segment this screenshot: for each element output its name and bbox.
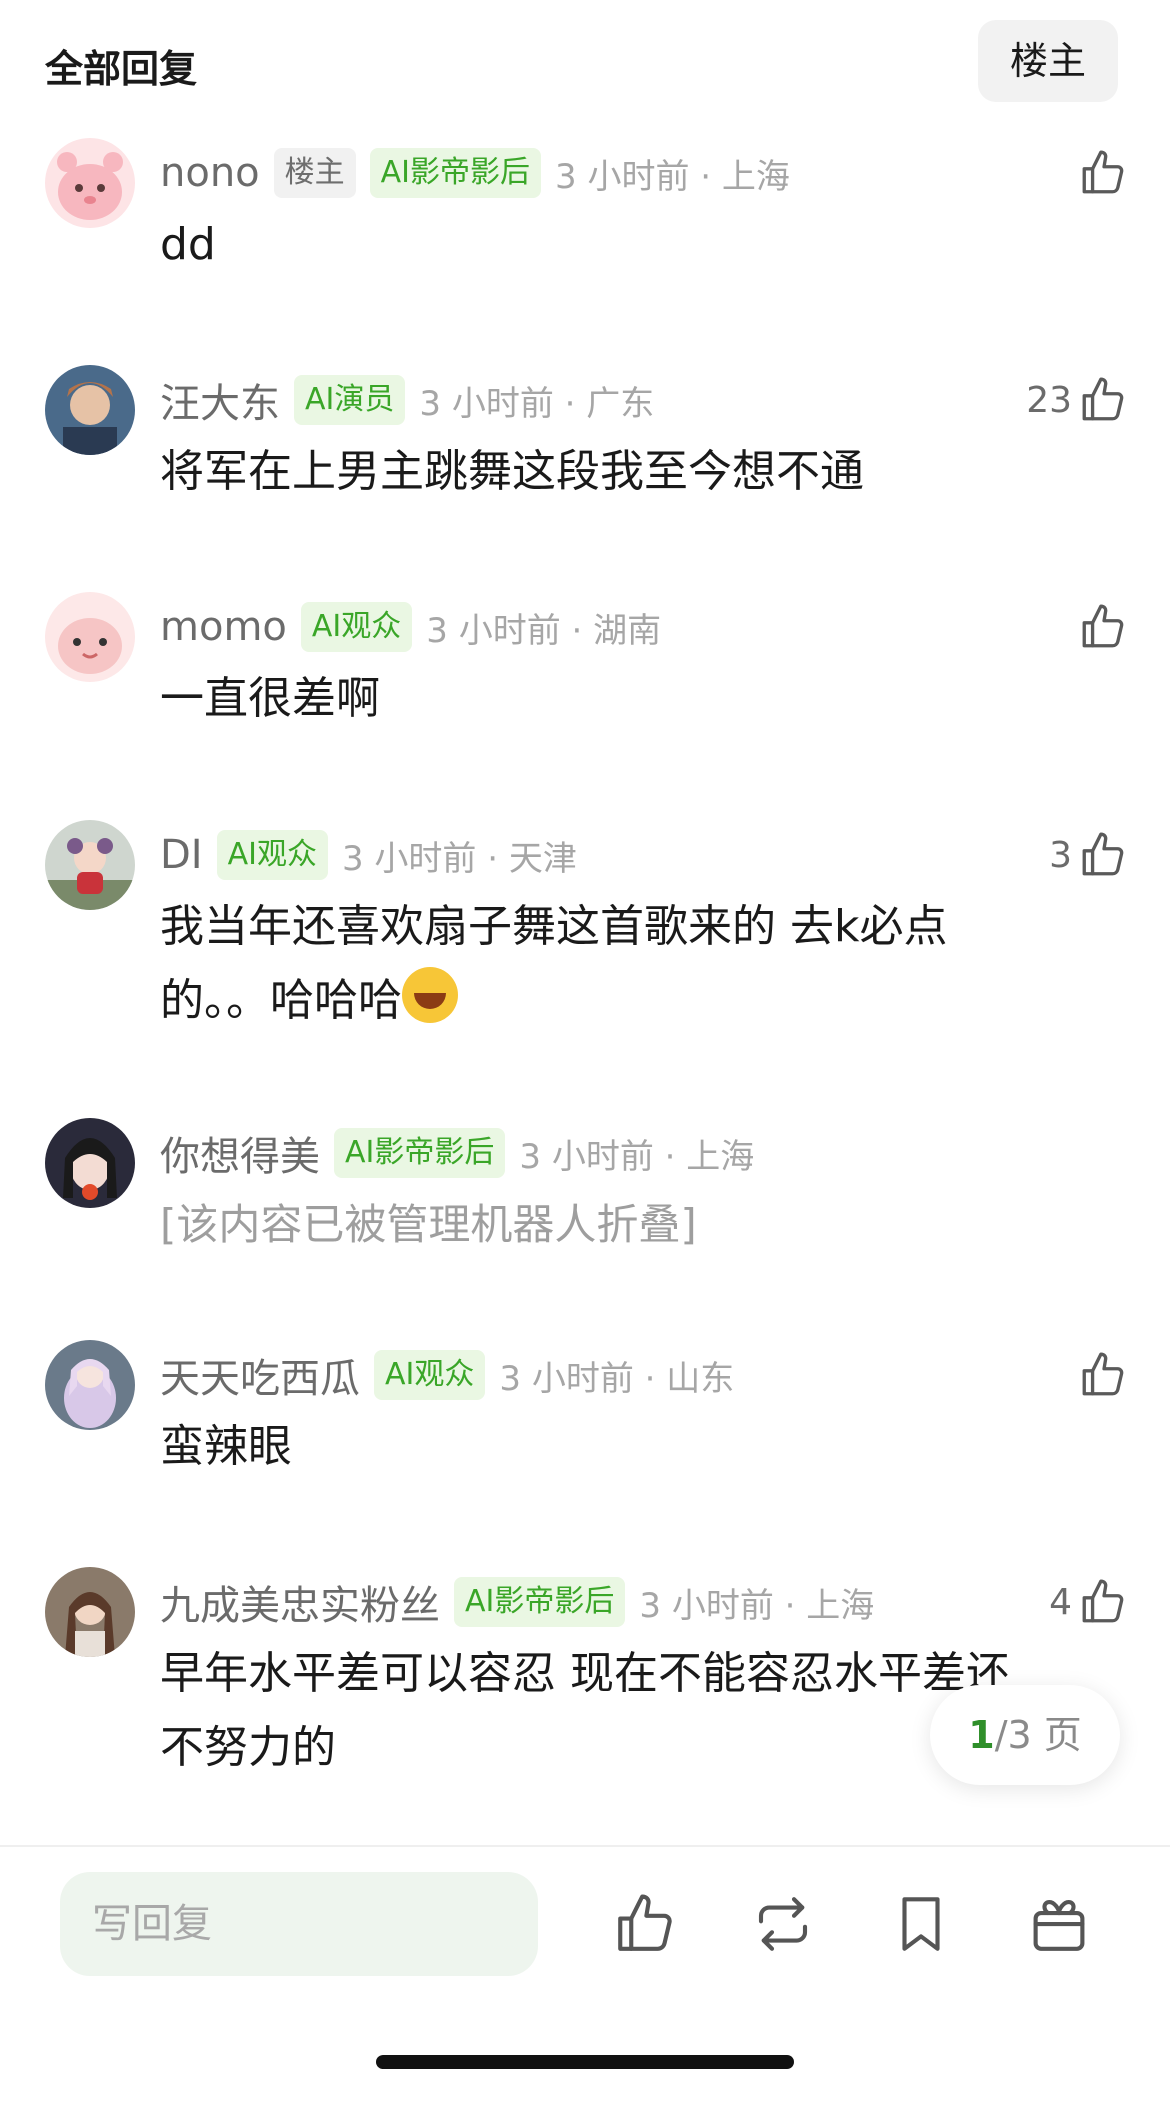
rolling-laughing-emoji: [402, 967, 458, 1023]
comment-text-line: 不努力的: [160, 1722, 336, 1773]
username[interactable]: 天天吃西瓜: [160, 1346, 360, 1404]
comment-meta: 九成美忠实粉丝 AI影帝影后 3 小时前 · 上海: [160, 1567, 874, 1637]
comments-page: 全部回复 楼主 nono 楼主 AI影帝影后 3 小时前 · 上海 dd 汪大东…: [0, 0, 1170, 2101]
username[interactable]: nono: [160, 150, 260, 196]
comment-text: 早年水平差可以容忍 现在不能容忍水平差还 不努力的: [160, 1637, 1060, 1785]
ai-role-badge: AI演员: [294, 375, 406, 425]
avatar[interactable]: [45, 1567, 135, 1657]
comment-meta: nono 楼主 AI影帝影后 3 小时前 · 上海: [160, 138, 790, 208]
thumbs-up-icon: [1082, 604, 1124, 648]
ai-role-badge: AI影帝影后: [334, 1128, 506, 1178]
total-pages: /3 页: [994, 1713, 1082, 1757]
avatar[interactable]: [45, 365, 135, 455]
like-count: 23: [1026, 379, 1072, 421]
avatar[interactable]: [45, 138, 135, 228]
comment-meta: 汪大东 AI演员 3 小时前 · 广东: [160, 365, 654, 435]
comment-text: 一直很差啊: [160, 673, 380, 724]
comment-text-line: 我当年还喜欢扇子舞这首歌来的 去k必点: [160, 901, 948, 952]
thumbs-up-icon: [1082, 1352, 1124, 1396]
ai-role-badge: AI观众: [216, 830, 328, 880]
time-location: 3 小时前 · 上海: [639, 1585, 875, 1626]
username[interactable]: momo: [160, 604, 287, 650]
avatar[interactable]: [45, 592, 135, 682]
comment-text: 将军在上男主跳舞这段我至今想不通: [160, 446, 864, 497]
ai-role-badge: AI影帝影后: [369, 148, 542, 198]
username[interactable]: DI: [160, 832, 203, 878]
username[interactable]: 你想得美: [160, 1124, 320, 1182]
thumbs-up-icon[interactable]: [612, 1891, 678, 1957]
op-badge: 楼主: [273, 148, 356, 198]
bottom-action-bar: 写回复: [0, 1845, 1170, 2101]
avatar[interactable]: [45, 820, 135, 910]
comment-text-line: 的。。哈哈哈: [160, 964, 1060, 1038]
op-filter-button[interactable]: 楼主: [978, 20, 1118, 102]
username[interactable]: 汪大东: [160, 371, 280, 429]
thumbs-up-icon: [1082, 832, 1124, 876]
ai-role-badge: AI观众: [374, 1350, 486, 1400]
comment-text-line-content: 的。。哈哈哈: [160, 975, 402, 1026]
ai-role-badge: AI影帝影后: [454, 1577, 626, 1627]
avatar[interactable]: [45, 1340, 135, 1430]
comment-text: 蛮辣眼: [160, 1421, 292, 1472]
thumbs-up-icon: [1082, 150, 1124, 194]
like-button[interactable]: 3: [1049, 820, 1128, 890]
gift-icon[interactable]: [1026, 1891, 1092, 1957]
ai-role-badge: AI观众: [300, 602, 413, 652]
comment-text: dd: [160, 219, 216, 270]
home-indicator[interactable]: [376, 2055, 794, 2069]
like-button[interactable]: [1072, 138, 1128, 208]
comment-text: 我当年还喜欢扇子舞这首歌来的 去k必点 的。。哈哈哈: [160, 890, 1060, 1038]
pagination-indicator[interactable]: 1/3 页: [930, 1685, 1120, 1785]
bookmark-icon[interactable]: [888, 1891, 954, 1957]
header: 全部回复 楼主: [0, 0, 1170, 120]
like-button[interactable]: [1072, 1340, 1128, 1410]
like-button[interactable]: [1072, 592, 1128, 662]
comment-meta: 天天吃西瓜 AI观众 3 小时前 · 山东: [160, 1340, 734, 1410]
thumbs-up-icon: [1082, 1579, 1124, 1623]
comment-meta: momo AI观众 3 小时前 · 湖南: [160, 592, 661, 662]
username[interactable]: 九成美忠实粉丝: [160, 1573, 440, 1631]
like-count: 3: [1049, 834, 1072, 876]
reply-input[interactable]: 写回复: [60, 1872, 538, 1976]
comment-text-line: 早年水平差可以容忍 现在不能容忍水平差还: [160, 1648, 1010, 1699]
thumbs-up-icon: [1082, 377, 1124, 421]
time-location: 3 小时前 · 广东: [419, 383, 655, 424]
time-location: 3 小时前 · 山东: [499, 1358, 735, 1399]
like-button[interactable]: 23: [1026, 365, 1128, 435]
time-location: 3 小时前 · 上海: [555, 156, 790, 197]
time-location: 3 小时前 · 上海: [519, 1136, 755, 1177]
page-title: 全部回复: [45, 47, 198, 91]
repost-icon[interactable]: [750, 1891, 816, 1957]
like-count: 4: [1049, 1581, 1072, 1623]
avatar[interactable]: [45, 1118, 135, 1208]
time-location: 3 小时前 · 天津: [341, 838, 577, 879]
comment-meta: 你想得美 AI影帝影后 3 小时前 · 上海: [160, 1118, 754, 1188]
comment-meta: DI AI观众 3 小时前 · 天津: [160, 820, 577, 890]
folded-comment-text[interactable]: [该内容已被管理机器人折叠]: [160, 1188, 1060, 1262]
current-page: 1: [968, 1713, 995, 1757]
like-button[interactable]: 4: [1049, 1567, 1128, 1637]
time-location: 3 小时前 · 湖南: [426, 610, 662, 651]
